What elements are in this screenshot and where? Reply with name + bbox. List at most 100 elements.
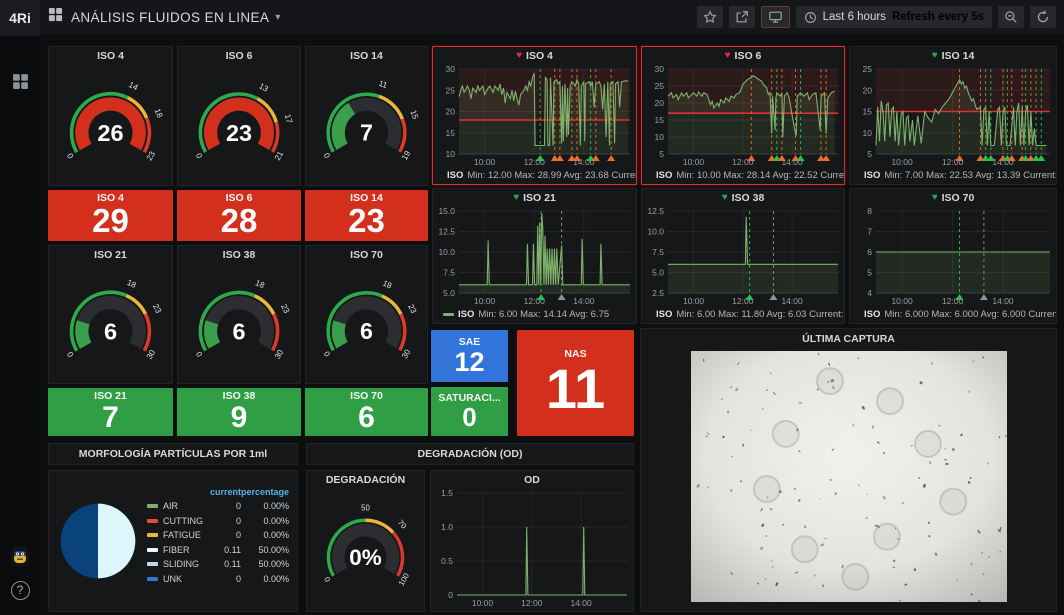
table-row: CUTTING00.00% [147, 514, 289, 529]
series-label[interactable]: SLIDING [163, 559, 203, 569]
stat-title[interactable]: SATURACI... [438, 392, 500, 404]
share-button[interactable] [729, 6, 755, 28]
panel-title[interactable]: ISO 21 [49, 246, 172, 263]
panel-title[interactable]: ISO 4 [49, 47, 172, 64]
ok-heart-icon: ♥ [513, 193, 519, 203]
panel-title[interactable]: ISO 14 [306, 47, 427, 64]
dashboard-title[interactable]: ANÁLISIS FLUIDOS EN LINEA [71, 10, 269, 25]
gauge-iso14: 01115197 [306, 64, 427, 185]
stat-title[interactable]: ISO 14 [350, 192, 383, 204]
app-logo[interactable]: 4Ri [0, 0, 40, 36]
series-stats: Min: 12.00 Max: 28.99 Avg: 23.68 Current… [467, 170, 636, 181]
user-avatar[interactable] [0, 539, 40, 573]
stat-nas: NAS 11 [517, 330, 634, 436]
panel-title[interactable]: ♥ISO 6 [642, 47, 844, 64]
chart-legend: ISO Min: 10.00 Max: 28.14 Avg: 22.52 Curr… [642, 168, 844, 183]
refresh-button[interactable] [1030, 6, 1056, 28]
stat-title[interactable]: SAE [459, 336, 481, 348]
cycle-view-button[interactable] [761, 6, 790, 28]
series-label[interactable]: AIR [163, 501, 203, 511]
svg-text:5: 5 [659, 149, 664, 159]
stat-title[interactable]: NAS [564, 348, 586, 360]
table-row: FATIGUE00.00% [147, 528, 289, 543]
stat-title[interactable]: ISO 4 [97, 192, 124, 204]
svg-text:10:00: 10:00 [891, 157, 913, 167]
chart-iso38: 2.55.07.510.012.510:0012:0014:00 [642, 206, 844, 307]
time-picker[interactable]: Last 6 hours Refresh every 5s [796, 6, 992, 28]
series-name[interactable]: ISO [864, 309, 880, 320]
stat-value: 0 [462, 404, 476, 431]
stat-title[interactable]: ISO 21 [94, 390, 127, 402]
gauge-iso70: 01823306 [306, 263, 427, 383]
svg-text:23: 23 [279, 303, 291, 316]
help-icon[interactable]: ? [0, 573, 40, 607]
current-value: 0 [203, 516, 241, 526]
stat-iso14: ISO 14 23 [305, 190, 428, 241]
svg-text:0: 0 [65, 152, 75, 161]
current-value: 0.11 [203, 559, 241, 569]
svg-text:14:00: 14:00 [570, 598, 592, 608]
chart-legend: ISOMin: 7.00 Max: 22.53 Avg: 13.39 Curre… [850, 168, 1056, 183]
svg-text:13: 13 [257, 81, 270, 93]
panel-title[interactable]: ÚLTIMA CAPTURA [641, 329, 1056, 349]
sidebar: 4Ri ? [0, 0, 40, 615]
panel-title[interactable]: ISO 70 [306, 246, 427, 263]
table-row: FIBER0.1150.00% [147, 543, 289, 558]
panel-title[interactable]: OD [431, 471, 633, 488]
svg-text:8: 8 [867, 206, 872, 216]
panel-title[interactable]: ♥ISO 21 [433, 189, 636, 206]
zoom-out-button[interactable] [998, 6, 1024, 28]
stat-iso21: ISO 21 7 [48, 388, 173, 436]
svg-text:0: 0 [194, 152, 204, 161]
dashboards-icon[interactable] [0, 64, 40, 98]
svg-text:10:00: 10:00 [474, 157, 496, 167]
star-button[interactable] [697, 6, 723, 28]
series-label[interactable]: CUTTING [163, 516, 203, 526]
series-stats: Min: 10.00 Max: 28.14 Avg: 22.52 Current… [676, 170, 844, 181]
chart-iso70: 4567810:0012:0014:00 [850, 206, 1056, 307]
chevron-down-icon[interactable]: ▾ [275, 12, 280, 23]
column-header-current[interactable]: current [203, 487, 241, 497]
svg-text:30: 30 [446, 64, 456, 74]
svg-text:0: 0 [65, 350, 75, 359]
header-morfologia: MORFOLOGÍA PARTÍCULAS POR 1ml [48, 443, 298, 465]
stat-title[interactable]: ISO 70 [350, 390, 383, 402]
table-header: currentpercentage [147, 487, 289, 497]
panel-title[interactable]: ♥ISO 38 [642, 189, 844, 206]
series-swatch [147, 562, 158, 566]
series-label[interactable]: UNK [163, 574, 203, 584]
section-title[interactable]: MORFOLOGÍA PARTÍCULAS POR 1ml [79, 448, 267, 460]
panel-title[interactable]: ISO 6 [178, 47, 300, 64]
panel-title[interactable]: ♥ISO 4 [433, 47, 636, 64]
panel-title[interactable]: DEGRADACIÓN [307, 471, 424, 488]
svg-text:2.5: 2.5 [652, 288, 664, 298]
series-label[interactable]: FATIGUE [163, 530, 203, 540]
chart-legend: ISO Min: 12.00 Max: 28.99 Avg: 23.68 Curr… [433, 168, 636, 183]
series-label[interactable]: FIBER [163, 545, 203, 555]
series-name[interactable]: ISO [656, 170, 672, 181]
column-header-percentage[interactable]: percentage [241, 487, 289, 497]
series-name[interactable]: ISO [458, 309, 474, 320]
svg-text:5.0: 5.0 [652, 268, 664, 278]
svg-text:10: 10 [655, 132, 665, 142]
series-name[interactable]: ISO [864, 170, 880, 181]
series-name[interactable]: ISO [656, 309, 672, 320]
svg-text:7.5: 7.5 [652, 247, 664, 257]
panel-title[interactable]: ♥ISO 70 [850, 189, 1056, 206]
time-range-label: Last 6 hours [823, 11, 886, 23]
series-swatch [443, 313, 454, 316]
panel-chart-iso38: ♥ISO 38 2.55.07.510.012.510:0012:0014:00… [641, 188, 845, 324]
series-name[interactable]: ISO [447, 170, 463, 181]
svg-text:18: 18 [126, 278, 138, 290]
panel-title[interactable]: ISO 38 [178, 246, 300, 263]
section-title[interactable]: DEGRADACIÓN (OD) [418, 448, 523, 460]
panel-gauge-iso38: ISO 38 01823306 [177, 245, 301, 384]
svg-text:11: 11 [378, 79, 389, 90]
panel-degradacion: DEGRADACIÓN 050701000% [306, 470, 425, 612]
svg-text:23: 23 [406, 303, 418, 315]
chart-od: 00.51.01.510:0012:0014:00 [431, 488, 633, 609]
panel-title[interactable]: ♥ISO 14 [850, 47, 1056, 64]
stat-title[interactable]: ISO 6 [226, 192, 253, 204]
stat-title[interactable]: ISO 38 [223, 390, 256, 402]
percentage-value: 0.00% [241, 501, 289, 511]
